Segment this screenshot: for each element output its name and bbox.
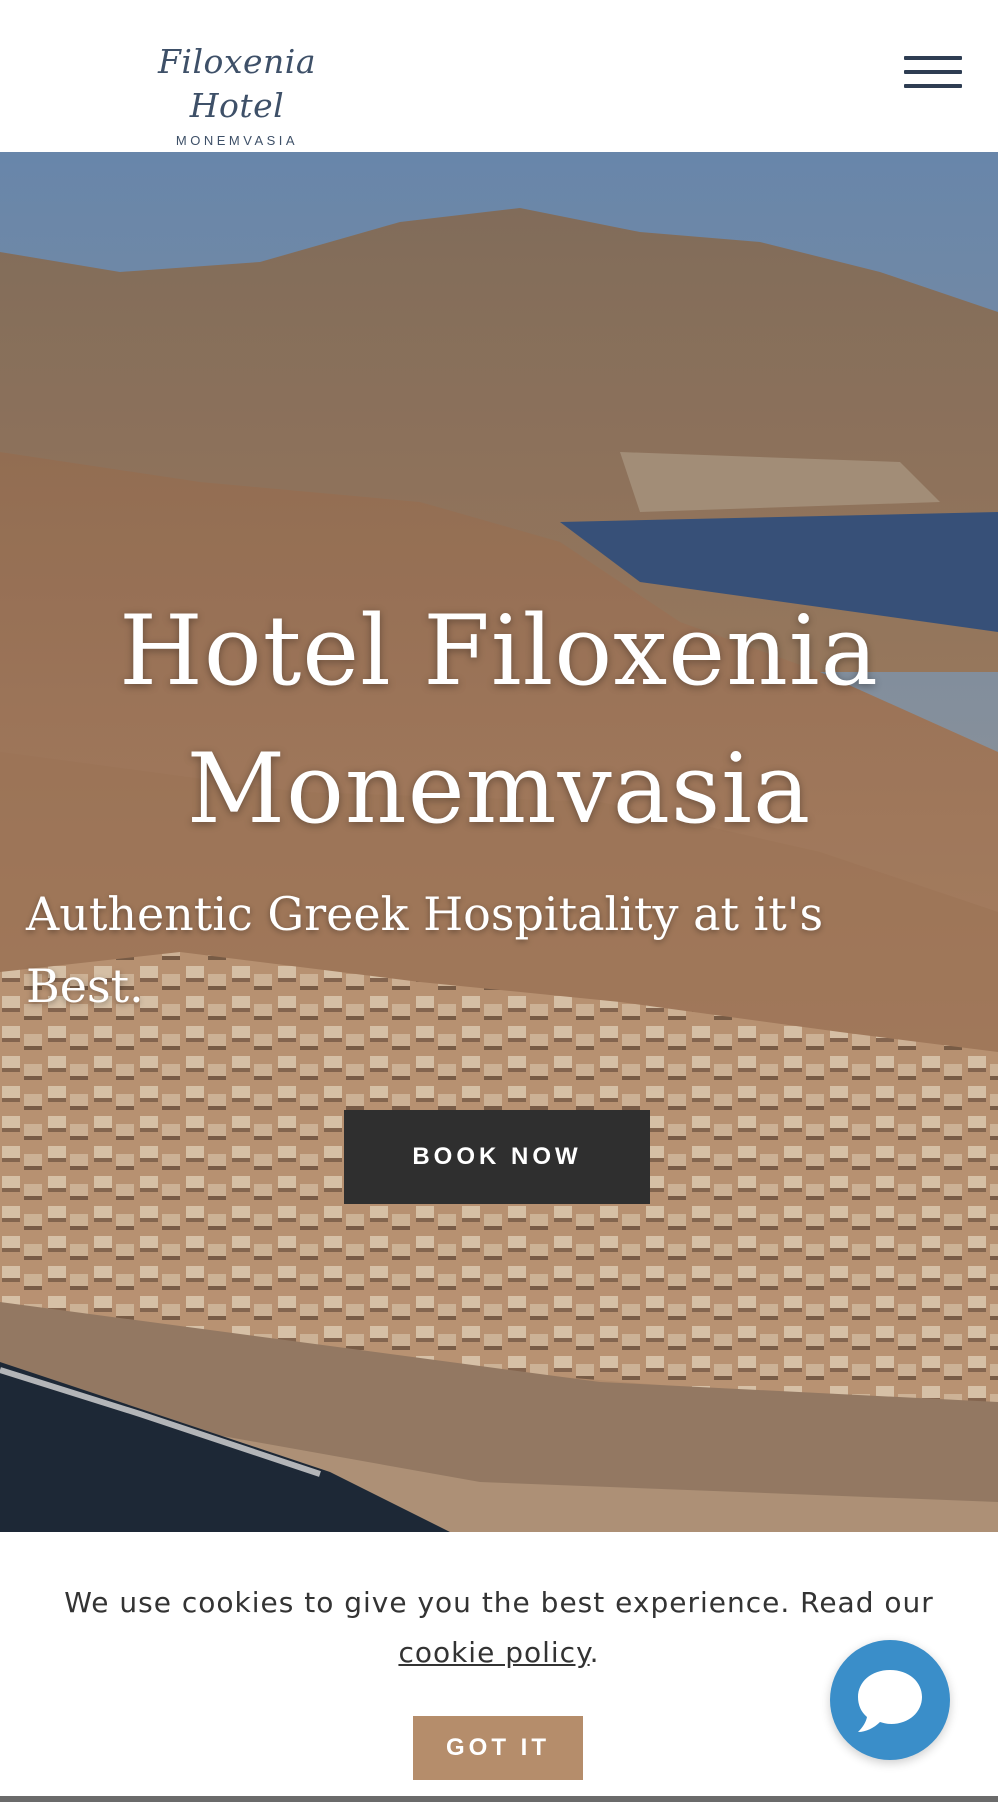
got-it-button[interactable]: GOT IT: [413, 1716, 583, 1780]
logo-subtitle: MONEMVASIA: [175, 133, 299, 148]
menu-line: [904, 70, 962, 74]
cookie-message-text: We use cookies to give you the best expe…: [64, 1586, 934, 1619]
hero-section: Hotel Filoxenia Monemvasia Authentic Gre…: [0, 152, 998, 1532]
bottom-edge-divider: [0, 1796, 998, 1802]
hotel-logo[interactable]: Filoxenia Hotel MONEMVASIA: [122, 40, 352, 148]
book-now-button[interactable]: BOOK NOW: [344, 1110, 650, 1204]
site-header: Filoxenia Hotel MONEMVASIA: [0, 0, 998, 152]
cookie-message: We use cookies to give you the best expe…: [40, 1578, 958, 1678]
cookie-policy-link[interactable]: cookie policy: [398, 1636, 589, 1669]
hero-title-line-2: Monemvasia: [186, 733, 812, 845]
menu-line: [904, 84, 962, 88]
logo-script-text: Filoxenia Hotel: [158, 42, 316, 125]
chat-widget-button[interactable]: [830, 1640, 950, 1760]
menu-line: [904, 56, 962, 60]
cookie-message-period: .: [589, 1636, 600, 1669]
chat-bubble-icon: [858, 1670, 922, 1732]
hero-title: Hotel Filoxenia Monemvasia: [0, 582, 998, 858]
hero-title-line-1: Hotel Filoxenia: [119, 595, 879, 707]
hamburger-menu-icon[interactable]: [900, 52, 964, 94]
hero-subtitle: Authentic Greek Hospitality at it's Best…: [26, 887, 824, 1013]
